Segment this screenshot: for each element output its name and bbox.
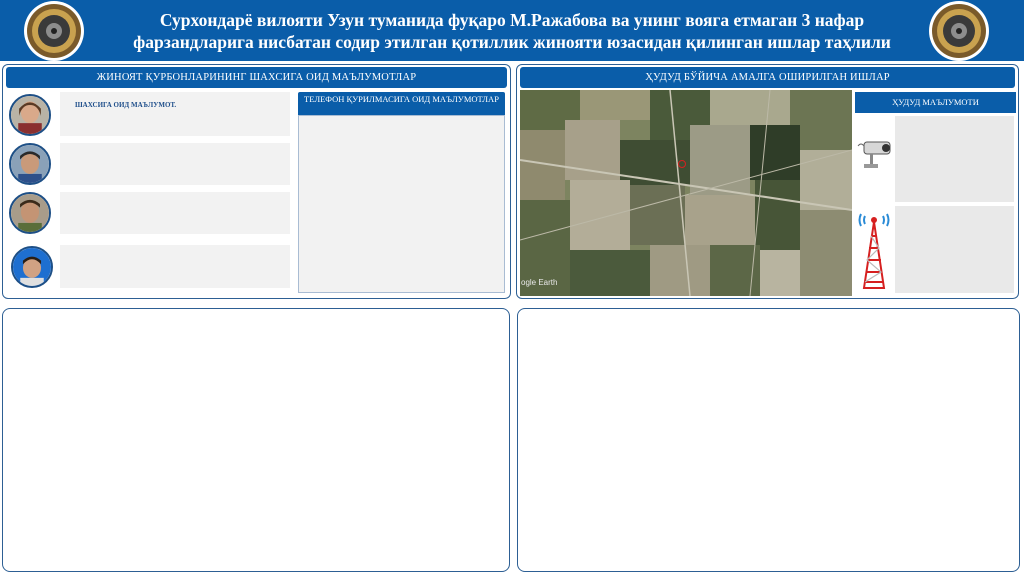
phone-device-info-title: ТЕЛЕФОН ҚУРИЛМАСИГА ОИД МАЪЛУМОТЛАР (298, 92, 505, 115)
cell-tower-info-box (895, 206, 1014, 293)
area-works-panel-title: ҲУДУД БЎЙИЧА АМАЛГА ОШИРИЛГАН ИШЛАР (520, 67, 1015, 88)
emblem-icon (929, 1, 989, 61)
victim-info-box-1: ШАХСИГА ОИД МАЪЛУМОТ. (60, 92, 290, 136)
cctv-camera-icon (856, 136, 894, 174)
area-info-title: ҲУДУД МАЪЛУМОТИ (855, 92, 1016, 113)
location-marker-icon (678, 160, 686, 168)
emblem-icon (24, 1, 84, 61)
victim-photo-4 (11, 246, 53, 288)
victim-photo-2 (9, 143, 51, 185)
page-title-line-1: Сурхондарё вилояти Узун туманида фуқаро … (159, 10, 865, 30)
victims-info-panel-title: ЖИНОЯТ ҚУРБОНЛАРИНИНГ ШАХСИГА ОИД МАЪЛУМ… (6, 67, 507, 88)
bottom-left-panel (2, 308, 510, 572)
victim-info-box-3 (60, 192, 290, 234)
cctv-info-box (895, 116, 1014, 202)
header-bar: Сурхондарё вилояти Узун туманида фуқаро … (0, 0, 1024, 61)
victim-photo-3 (9, 192, 51, 234)
satellite-map[interactable] (520, 90, 852, 296)
victim-photo-1 (9, 94, 51, 136)
page-title-line-2: фарзандларига нисбатан содир этилган қот… (133, 32, 891, 52)
bottom-right-panel (517, 308, 1020, 572)
phone-device-info-box (298, 115, 505, 293)
victim-info-box-4 (60, 245, 290, 288)
victim-info-box-2 (60, 143, 290, 185)
page-title: Сурхондарё вилояти Узун туманида фуқаро … (100, 9, 924, 53)
person-info-label: ШАХСИГА ОИД МАЪЛУМОТ. (75, 101, 177, 109)
map-credit: ogle Earth (521, 278, 558, 287)
cell-tower-icon (856, 212, 892, 290)
